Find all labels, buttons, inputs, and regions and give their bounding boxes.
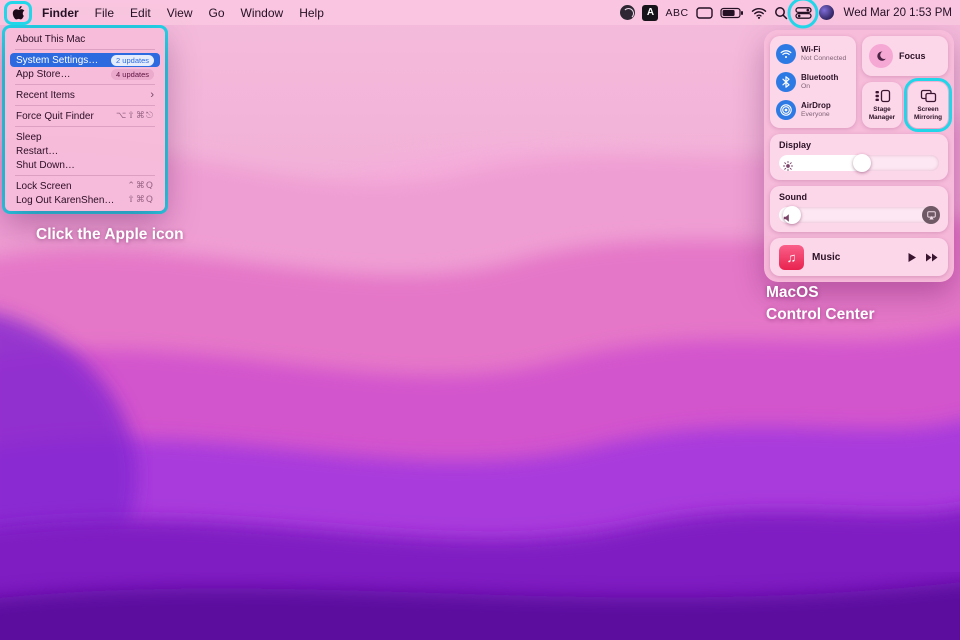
menu-bar-left: Finder File Edit View Go Window Help — [10, 5, 324, 21]
input-source-icon[interactable]: A — [642, 5, 658, 21]
menu-item-restart[interactable]: Restart… — [10, 144, 160, 158]
updates-badge: 4 updates — [111, 69, 154, 80]
wifi-icon[interactable] — [751, 7, 767, 19]
menu-bar-status-area: A ABC Wed Mar 20 1:53 PM — [620, 5, 952, 21]
annotation-apple-note: Click the Apple icon — [36, 226, 184, 244]
display-label: Display — [779, 140, 939, 150]
menu-item-system-settings[interactable]: System Settings… 2 updates — [10, 53, 160, 67]
menu-item-recent-items[interactable]: Recent Items › — [10, 88, 160, 102]
menu-item-about-this-mac[interactable]: About This Mac — [10, 32, 160, 46]
wifi-icon — [776, 44, 796, 64]
apple-logo-icon — [12, 5, 25, 21]
menu-separator — [15, 49, 155, 50]
play-button[interactable] — [907, 252, 917, 263]
keyboard-shortcut: ⌃⌘Q — [127, 181, 154, 191]
focus-toggle[interactable]: Focus — [862, 36, 948, 76]
music-label: Music — [812, 252, 899, 263]
menu-separator — [15, 126, 155, 127]
annotation-control-center-note: MacOS Control Center — [766, 282, 875, 327]
stage-manager-button[interactable]: Stage Manager — [862, 82, 902, 128]
display-card: Display — [770, 134, 948, 180]
menu-item-app-store[interactable]: App Store… 4 updates — [10, 67, 160, 81]
music-card: ♫ Music — [770, 238, 948, 276]
display-status-icon[interactable] — [696, 7, 713, 19]
menubar-menu-view[interactable]: View — [167, 6, 193, 20]
wifi-toggle[interactable]: Wi-FiNot Connected — [776, 44, 850, 64]
control-center-panel: Wi-FiNot Connected BluetoothOn AirDropEv… — [764, 30, 954, 282]
control-center-icon[interactable] — [795, 7, 812, 19]
keyboard-shortcut: ⌥⇧⌘⎋ — [116, 111, 154, 121]
menu-separator — [15, 84, 155, 85]
menubar-menu-window[interactable]: Window — [241, 6, 284, 20]
menu-separator — [15, 105, 155, 106]
menubar-menu-help[interactable]: Help — [299, 6, 324, 20]
menubar-menu-edit[interactable]: Edit — [130, 6, 151, 20]
display-slider[interactable] — [779, 155, 939, 171]
menubar-app-name[interactable]: Finder — [42, 6, 79, 20]
control-center-right-column: Focus Stage Manager Screen Mirroring — [862, 36, 948, 128]
menu-item-shut-down[interactable]: Shut Down… — [10, 158, 160, 172]
display-slider-knob[interactable] — [853, 154, 871, 172]
music-app-icon: ♫ — [779, 245, 804, 270]
apple-menu-button[interactable] — [10, 5, 26, 21]
sound-slider[interactable] — [779, 207, 939, 223]
spotlight-icon[interactable] — [774, 6, 788, 20]
menu-item-sleep[interactable]: Sleep — [10, 130, 160, 144]
submenu-chevron-icon: › — [150, 90, 154, 101]
siri-icon[interactable] — [819, 5, 834, 20]
menu-item-log-out[interactable]: Log Out KarenShen… ⇧⌘Q — [10, 193, 160, 207]
sound-card: Sound — [770, 186, 948, 232]
battery-icon[interactable] — [720, 7, 744, 19]
apple-menu: About This Mac System Settings… 2 update… — [5, 28, 165, 211]
desktop: Finder File Edit View Go Window Help A A… — [0, 0, 960, 640]
updates-badge: 2 updates — [111, 55, 154, 66]
menu-bar: Finder File Edit View Go Window Help A A… — [0, 0, 960, 25]
swirl-app-icon[interactable] — [620, 5, 635, 20]
bluetooth-toggle[interactable]: BluetoothOn — [776, 72, 850, 92]
bluetooth-icon — [776, 72, 796, 92]
speaker-icon — [783, 210, 793, 220]
next-track-button[interactable] — [925, 252, 939, 263]
menu-separator — [15, 175, 155, 176]
menu-item-lock-screen[interactable]: Lock Screen ⌃⌘Q — [10, 179, 160, 193]
airdrop-icon — [776, 100, 796, 120]
moon-icon — [869, 44, 893, 68]
sound-label: Sound — [779, 192, 939, 202]
stage-manager-icon — [874, 89, 891, 103]
keyboard-shortcut: ⇧⌘Q — [127, 195, 154, 205]
menubar-menu-file[interactable]: File — [95, 6, 114, 20]
screen-mirroring-icon — [920, 89, 937, 103]
menu-item-force-quit-finder[interactable]: Force Quit Finder ⌥⇧⌘⎋ — [10, 109, 160, 123]
apple-menu-highlight-box: About This Mac System Settings… 2 update… — [2, 25, 168, 214]
input-source-label[interactable]: ABC — [665, 7, 688, 19]
airdrop-toggle[interactable]: AirDropEveryone — [776, 100, 850, 120]
audio-output-button[interactable] — [922, 206, 940, 224]
screen-mirroring-button[interactable]: Screen Mirroring — [908, 82, 948, 128]
sun-icon — [783, 158, 793, 168]
connectivity-card: Wi-FiNot Connected BluetoothOn AirDropEv… — [770, 36, 856, 128]
menubar-clock[interactable]: Wed Mar 20 1:53 PM — [844, 7, 952, 19]
menubar-menu-go[interactable]: Go — [209, 6, 225, 20]
